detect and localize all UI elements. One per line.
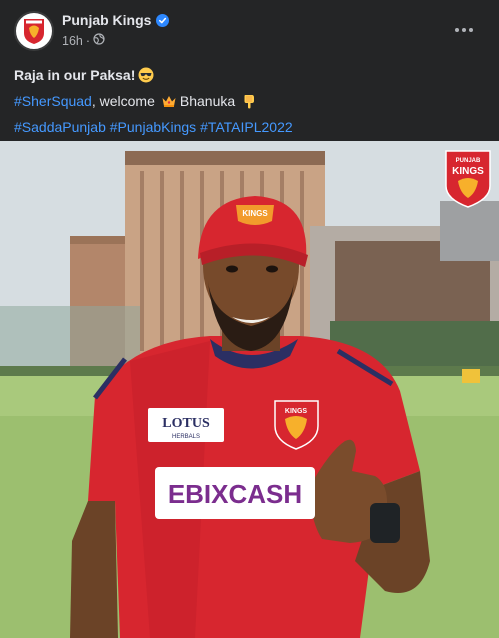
logo-top-text: PUNJAB bbox=[456, 158, 481, 164]
jersey-logo-text: KINGS bbox=[285, 408, 308, 415]
punjab-kings-logo-icon bbox=[24, 19, 44, 44]
caption-name: Bhanuka bbox=[179, 93, 236, 109]
globe-icon[interactable] bbox=[93, 33, 105, 48]
caption-line-1: Raja in our Paksa! bbox=[14, 62, 484, 88]
post-meta: 16h · bbox=[62, 33, 105, 48]
hashtag-link[interactable]: #PunjabKings bbox=[110, 117, 196, 137]
sponsor-lotus-text: LOTUS bbox=[162, 416, 210, 431]
post-timestamp[interactable]: 16h bbox=[62, 34, 83, 48]
page-name-link[interactable]: Punjab Kings bbox=[62, 12, 170, 28]
hashtag-link[interactable]: #TATAIPL2022 bbox=[200, 117, 293, 137]
more-dots-icon bbox=[455, 28, 473, 32]
facebook-post: Punjab Kings 16h · Raja in our Paksa! #S… bbox=[0, 0, 499, 638]
sponsor-herbals-text: HERBALS bbox=[172, 434, 200, 440]
hashtag-link[interactable]: #SherSquad bbox=[14, 91, 92, 111]
kings-logo-icon: PUNJAB KINGS bbox=[445, 150, 491, 208]
hashtag-link[interactable]: #SaddaPunjab bbox=[14, 117, 106, 137]
meta-separator: · bbox=[85, 33, 91, 48]
crown-emoji-icon bbox=[161, 93, 177, 109]
more-options-button[interactable] bbox=[449, 18, 479, 42]
page-avatar[interactable] bbox=[14, 11, 54, 51]
cap-logo-text: KINGS bbox=[242, 209, 268, 218]
page-name: Punjab Kings bbox=[62, 12, 152, 28]
sponsor-main-text: EBIXCASH bbox=[168, 479, 302, 509]
post-caption: Raja in our Paksa! #SherSquad , welcome … bbox=[14, 62, 484, 140]
logo-bottom-text: KINGS bbox=[452, 166, 484, 177]
cricketer-photo: PUNJAB KINGS KINGS KINGS LOTUS HERBALS E… bbox=[0, 141, 499, 638]
caption-line-3: #SaddaPunjab #PunjabKings #TATAIPL2022 bbox=[14, 114, 484, 140]
caption-line-2: #SherSquad , welcome Bhanuka bbox=[14, 88, 484, 114]
post-photo[interactable]: PUNJAB KINGS KINGS KINGS LOTUS HERBALS E… bbox=[0, 141, 499, 638]
caption-text: , welcome bbox=[91, 93, 155, 109]
pointing-down-emoji-icon bbox=[241, 93, 257, 109]
verified-badge-icon bbox=[156, 13, 170, 27]
post-header: Punjab Kings 16h · bbox=[0, 0, 499, 58]
caption-text: Raja in our Paksa! bbox=[14, 67, 136, 83]
sunglasses-emoji-icon bbox=[138, 67, 154, 83]
